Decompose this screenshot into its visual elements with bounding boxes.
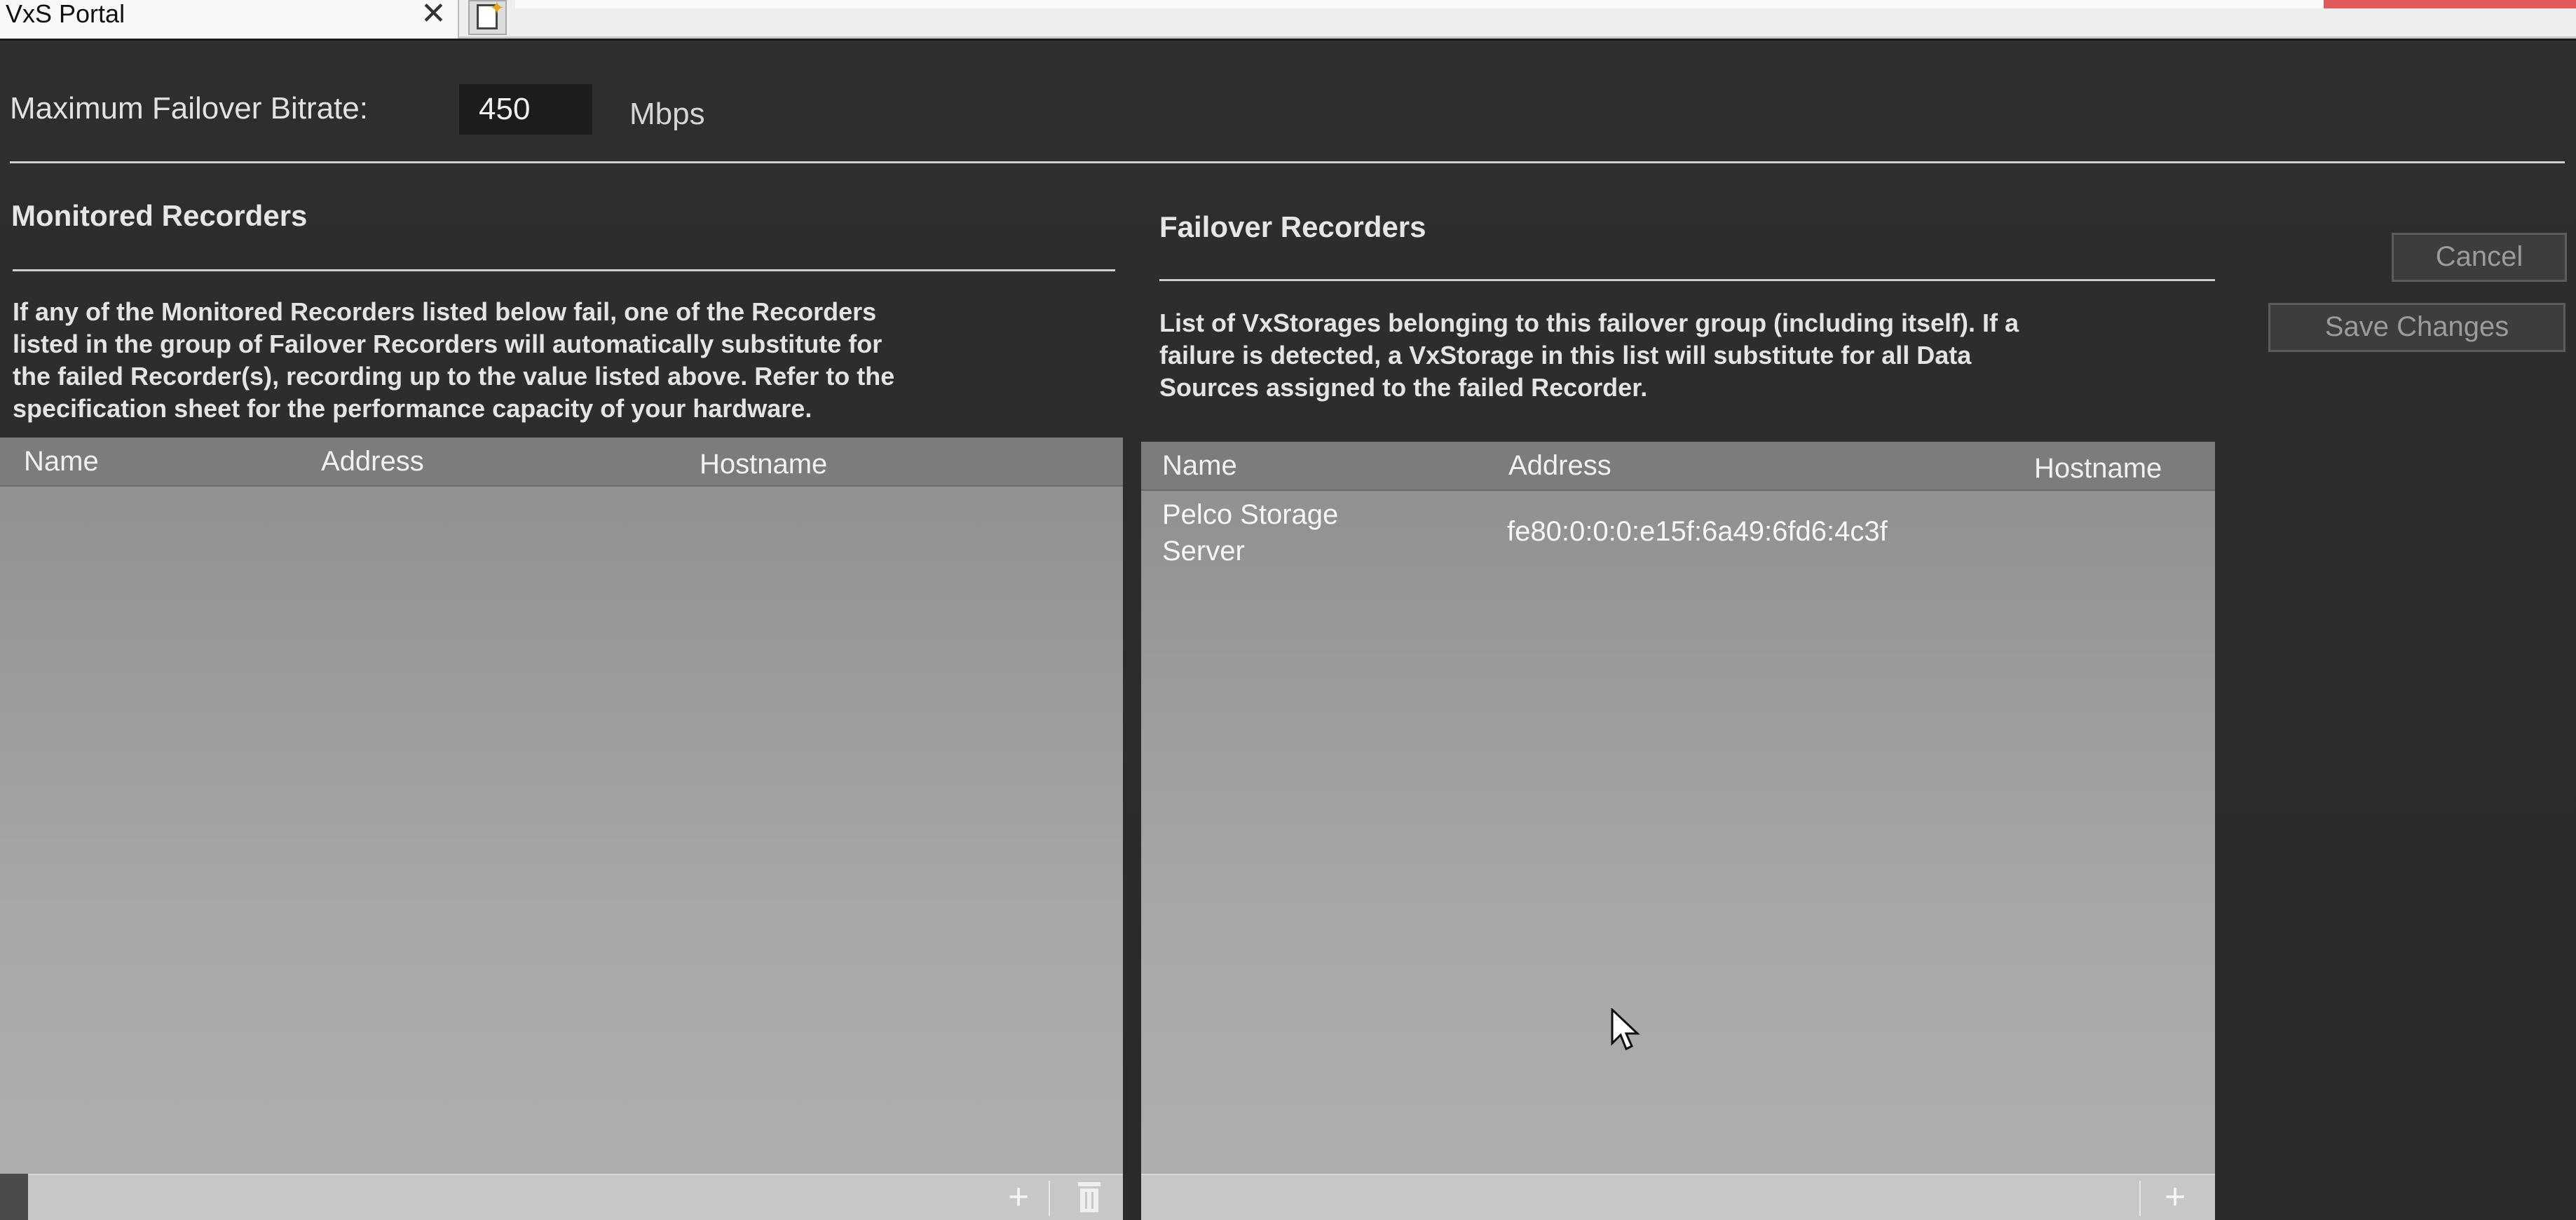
failover-description-line: List of VxStorages belonging to this fai… [1159, 309, 2019, 337]
trash-icon[interactable] [1077, 1182, 1102, 1213]
column-header-hostname[interactable]: Hostname [2034, 453, 2162, 484]
browser-tab[interactable]: VxS Portal ✕ [0, 0, 459, 39]
failover-description-line: failure is detected, a VxStorage in this… [1159, 341, 1972, 370]
tab-strip-accent [2324, 0, 2576, 8]
footer-separator [2139, 1181, 2141, 1216]
cancel-button[interactable]: Cancel [2392, 233, 2567, 282]
new-tab-icon[interactable]: ✦ [468, 0, 507, 35]
failover-description: List of VxStorages belonging to this fai… [1159, 307, 2253, 404]
monitored-recorders-title: Monitored Recorders [11, 199, 308, 232]
failover-table-header: Name Address Hostname [1141, 442, 2215, 491]
failover-description-line: Sources assigned to the failed Recorder. [1159, 373, 1648, 402]
monitored-description-line: listed in the group of Failover Recorder… [13, 330, 882, 358]
max-failover-bitrate-input[interactable] [459, 84, 592, 135]
failover-settings-page: Maximum Failover Bitrate: Mbps Monitored… [0, 41, 2576, 1220]
monitored-description-line: If any of the Monitored Recorders listed… [13, 297, 877, 326]
column-header-hostname[interactable]: Hostname [700, 449, 827, 480]
add-icon[interactable]: + [1001, 1179, 1036, 1215]
monitored-divider [13, 269, 1115, 271]
failover-divider [1159, 279, 2215, 281]
column-header-address[interactable]: Address [321, 446, 424, 477]
column-header-address[interactable]: Address [1508, 450, 1611, 482]
mouse-cursor-icon [1611, 1008, 1640, 1051]
tab-strip-background [515, 0, 2576, 8]
bitrate-unit-label: Mbps [629, 97, 705, 131]
top-divider [10, 161, 2565, 163]
row-name-line: Server [1162, 536, 1245, 567]
monitored-table-footer: + [0, 1174, 1123, 1220]
column-header-name[interactable]: Name [24, 446, 99, 477]
monitored-table-header: Name Address Hostname [0, 438, 1123, 487]
monitored-recorders-table: Name Address Hostname + [0, 438, 1123, 1220]
failover-recorders-title: Failover Recorders [1159, 210, 1426, 243]
monitored-description: If any of the Monitored Recorders listed… [13, 296, 1134, 425]
save-changes-button[interactable]: Save Changes [2268, 303, 2565, 352]
new-tab-star-icon: ✦ [489, 0, 505, 18]
browser-tab-title: VxS Portal [6, 0, 125, 28]
footer-separator [1049, 1181, 1050, 1216]
screen: VxS Portal ✕ ✦ Maximum Failover Bitrate:… [0, 0, 2576, 1220]
failover-recorders-table: Name Address Hostname Pelco Storage Serv… [1141, 442, 2215, 1220]
failover-table-footer: + [1141, 1174, 2215, 1220]
row-name-line: Pelco Storage [1162, 499, 1339, 530]
monitored-description-line: the failed Recorder(s), recording up to … [13, 362, 895, 391]
column-header-name[interactable]: Name [1162, 450, 1237, 482]
add-icon[interactable]: + [2158, 1179, 2193, 1215]
max-failover-bitrate-label: Maximum Failover Bitrate: [10, 91, 369, 126]
close-icon[interactable]: ✕ [421, 0, 447, 29]
row-address: fe80:0:0:0:e15f:6a49:6fd6:4c3f [1507, 516, 1888, 547]
footer-edge [0, 1174, 28, 1220]
monitored-description-line: specification sheet for the performance … [13, 394, 812, 423]
browser-tab-strip: VxS Portal ✕ ✦ [0, 0, 2576, 39]
